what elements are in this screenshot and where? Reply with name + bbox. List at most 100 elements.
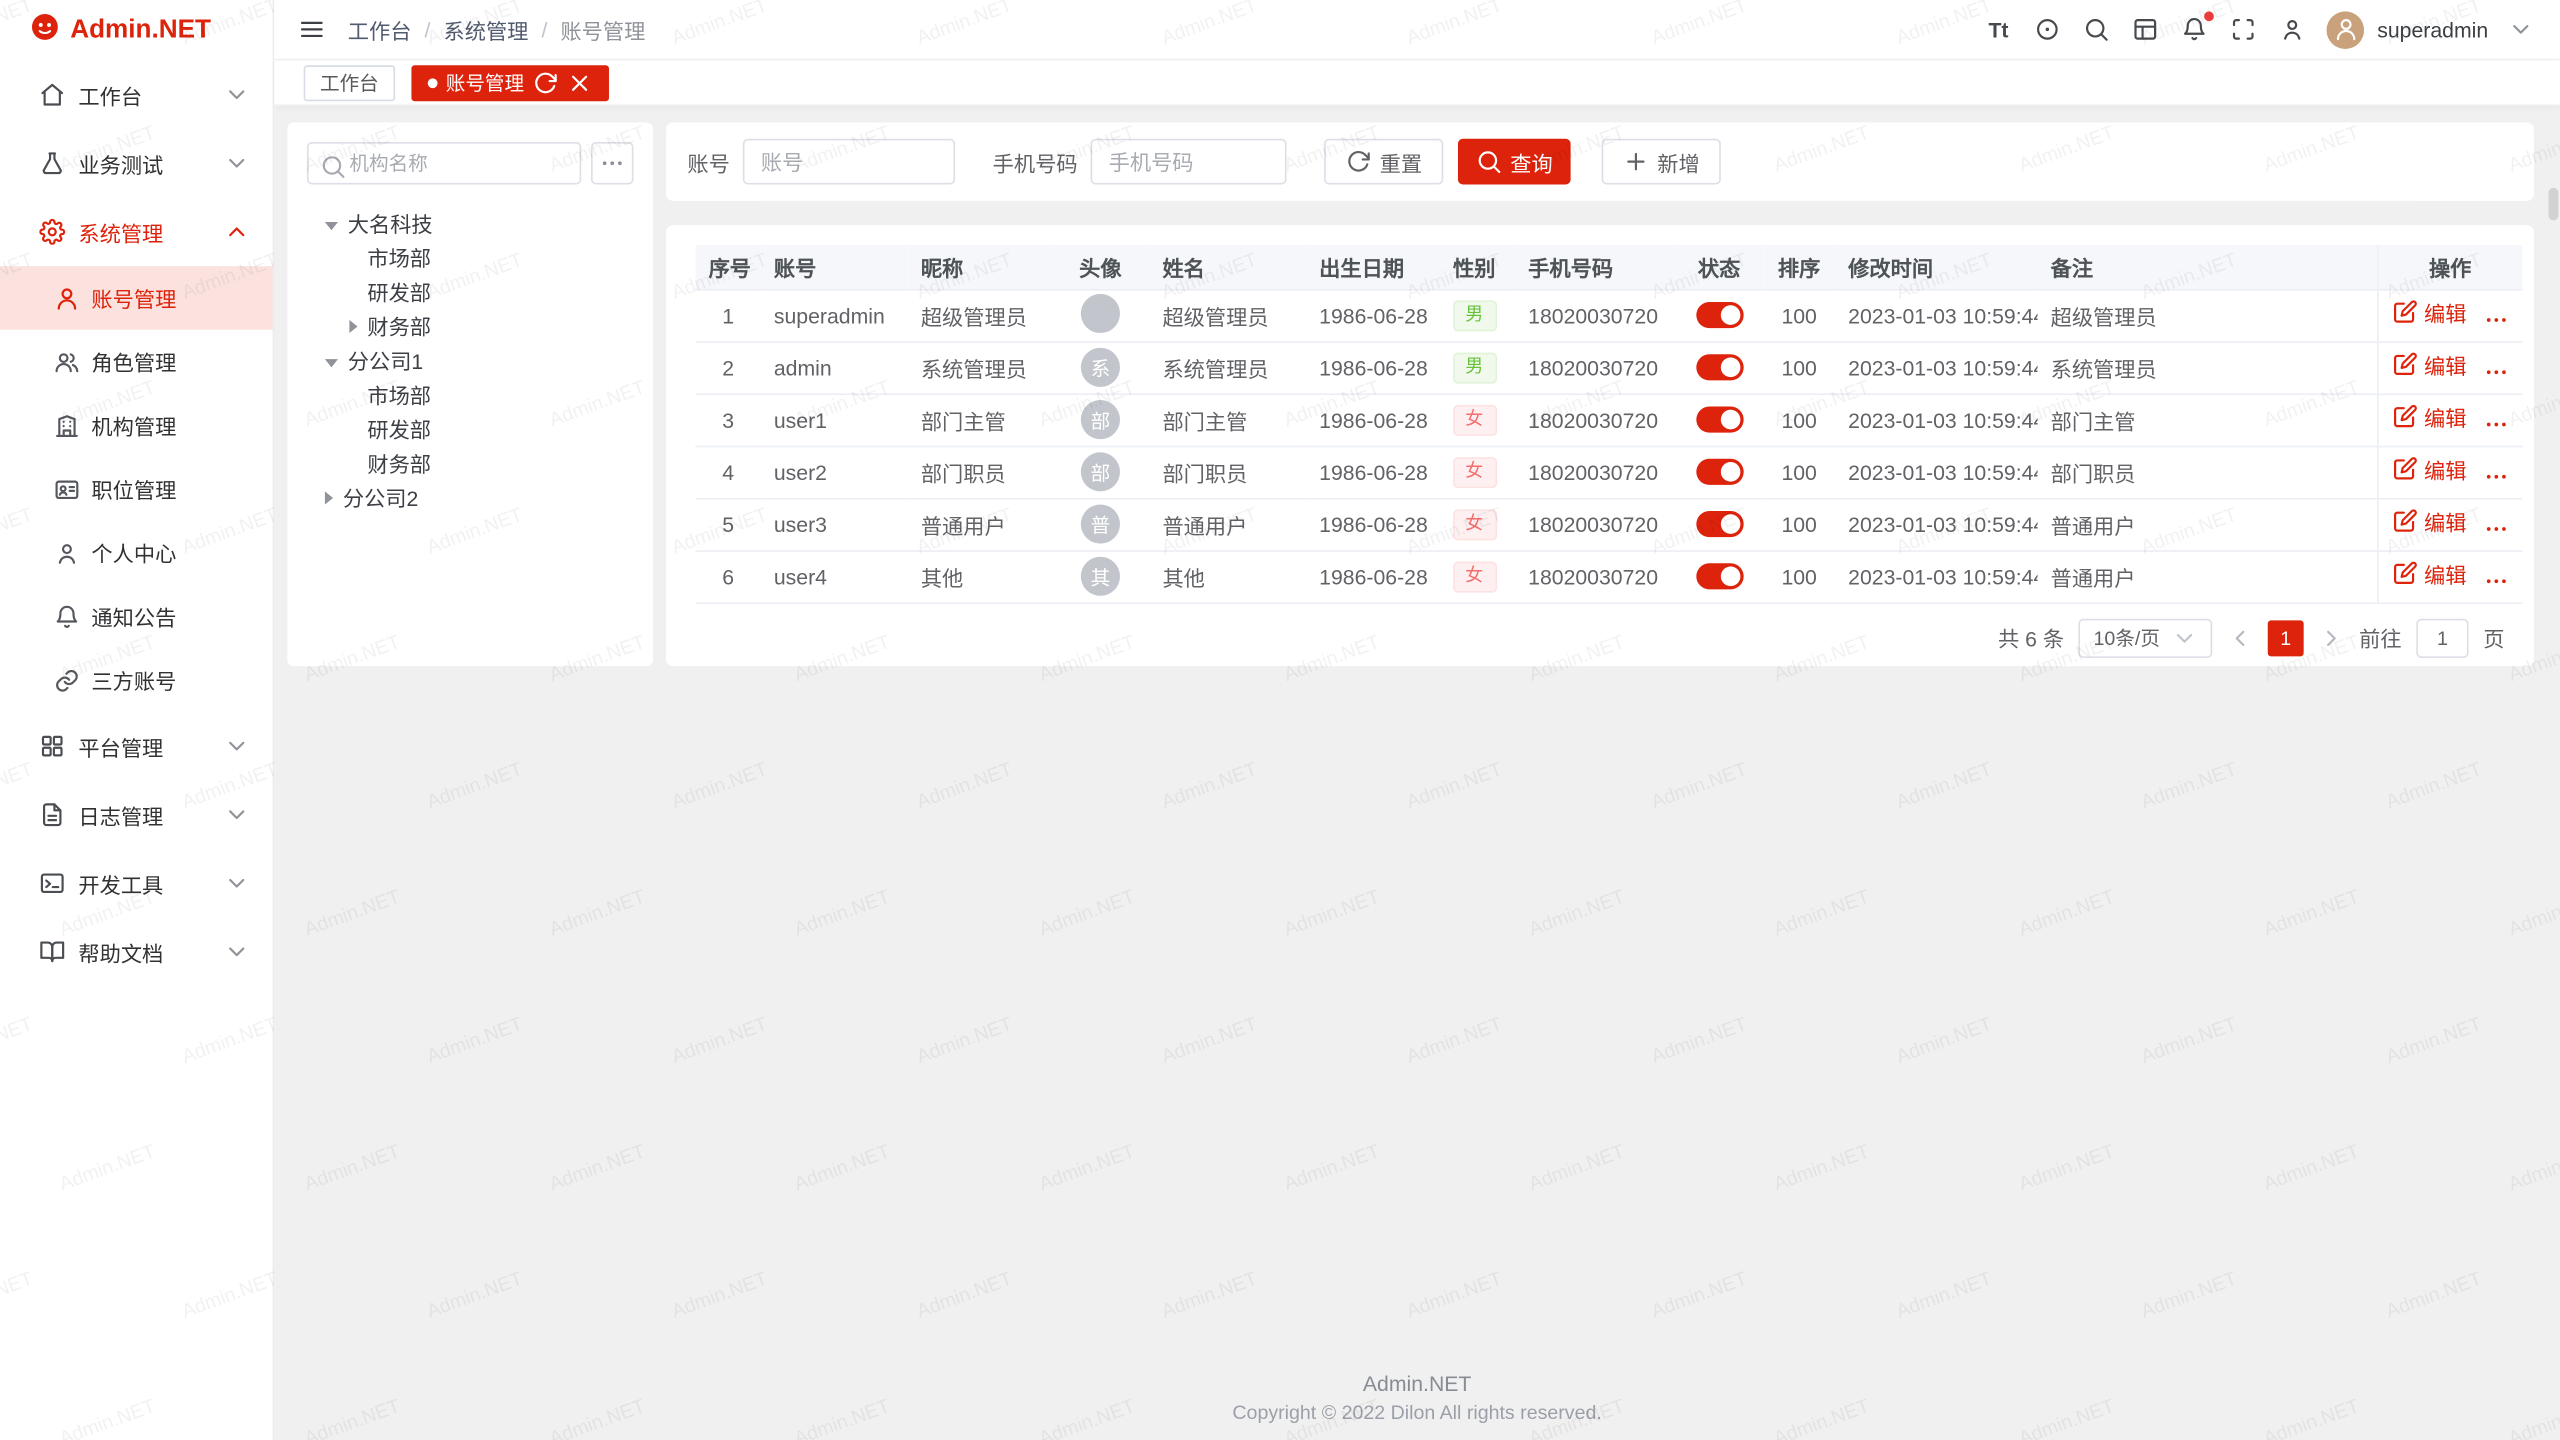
tree-node[interactable]: 分公司1 [307,343,634,377]
refresh-icon[interactable] [532,69,558,95]
tab-account[interactable]: 账号管理 [411,64,609,100]
reset-label: 重置 [1380,146,1422,177]
tree-node[interactable]: 市场部 [307,240,634,274]
cell-birthdate: 1986-06-28 [1306,341,1433,393]
search-button[interactable]: 查询 [1458,139,1571,185]
cell-order: 100 [1763,446,1835,498]
status-toggle[interactable] [1696,407,1743,433]
cell-order: 100 [1763,289,1835,341]
search-label: 查询 [1510,146,1552,177]
status-toggle[interactable] [1696,511,1743,537]
tree-node[interactable]: 财务部 [307,309,634,343]
user-avatar[interactable] [2327,11,2365,49]
tabs-bar: 工作台 账号管理 [274,60,2560,106]
column-header: 排序 [1763,245,1835,289]
edit-button[interactable]: 编辑 [2391,349,2466,380]
next-page-button[interactable] [2318,624,2344,650]
page-size-select[interactable]: 10条/页 [2079,618,2212,657]
breadcrumb-item[interactable]: 系统管理 [443,14,528,45]
sidebar-item-third-party[interactable]: 三方账号 [0,648,273,712]
sidebar-item-workbench[interactable]: 工作台 [0,60,273,129]
more-actions-icon[interactable] [2483,411,2509,437]
sidebar-item-platform[interactable]: 平台管理 [0,712,273,781]
tree-node[interactable]: 研发部 [307,411,634,445]
chevron-down-icon [2508,16,2534,42]
notification-icon[interactable] [2180,13,2209,46]
cell-actions: 编辑 [2377,393,2522,445]
sidebar-item-label: 工作台 [78,79,223,110]
theme-icon[interactable] [2131,13,2160,46]
page-number-button[interactable]: 1 [2268,620,2304,656]
fullscreen-icon[interactable] [2229,13,2258,46]
cell-birthdate: 1986-06-28 [1306,289,1433,341]
more-actions-icon[interactable] [2483,464,2509,490]
status-toggle[interactable] [1696,303,1743,329]
edit-button[interactable]: 编辑 [2391,506,2466,537]
tree-node[interactable]: 财务部 [307,446,634,480]
org-search-input[interactable] [307,142,581,184]
font-size-icon[interactable]: Tt [1984,13,2013,46]
account-input[interactable] [743,139,955,185]
caret-down-icon[interactable] [325,222,338,230]
sidebar-item-account[interactable]: 账号管理 [0,266,273,330]
tree-node[interactable]: 研发部 [307,274,634,308]
cell-actions: 编辑 [2377,550,2522,602]
logo[interactable]: Admin.NET [0,0,273,60]
add-button[interactable]: 新增 [1602,139,1721,185]
status-toggle[interactable] [1696,564,1743,590]
tree-node[interactable]: 分公司2 [307,480,634,514]
edit-icon [2391,300,2417,326]
sidebar-item-role[interactable]: 角色管理 [0,330,273,394]
cell-remark: 超级管理员 [2038,289,2378,341]
more-actions-icon[interactable] [2483,359,2509,385]
scrollbar-thumb[interactable] [2549,188,2559,221]
edit-button[interactable]: 编辑 [2391,297,2466,328]
tab-workbench[interactable]: 工作台 [304,64,395,100]
sidebar-item-help-docs[interactable]: 帮助文档 [0,918,273,987]
tree-node[interactable]: 市场部 [307,377,634,411]
cell-account: admin [761,341,908,393]
status-toggle[interactable] [1696,459,1743,485]
caret-right-icon[interactable] [325,491,333,504]
logo-icon [29,11,60,50]
user-center-icon[interactable] [2278,13,2307,46]
goto-page-input[interactable] [2416,618,2468,657]
sidebar-item-logs[interactable]: 日志管理 [0,780,273,849]
tree-node-label: 市场部 [367,379,431,410]
more-actions-icon[interactable] [2483,516,2509,542]
tree-node-label: 研发部 [367,276,431,307]
edit-button[interactable]: 编辑 [2391,454,2466,485]
prev-page-button[interactable] [2227,624,2253,650]
sidebar-item-system[interactable]: 系统管理 [0,198,273,267]
chevron-down-icon [224,82,250,108]
phone-label: 手机号码 [993,146,1078,177]
gender-badge: 男 [1452,352,1496,383]
username[interactable]: superadmin [2377,17,2488,41]
pagination: 共 6 条 10条/页 1 前往 页 [696,618,2505,657]
menu-toggle-icon[interactable] [299,16,325,42]
breadcrumb-item[interactable]: 工作台 [348,14,412,45]
main-content: 大名科技 市场部 研发部 财务部 分公司1 市场部 研发部 财务部 分公司2 账… [274,106,2560,1440]
tree-node[interactable]: 大名科技 [307,206,634,240]
column-header: 修改时间 [1835,245,2037,289]
more-options-button[interactable] [591,142,633,184]
cell-phone: 18020030720 [1515,446,1675,498]
more-actions-icon[interactable] [2483,307,2509,333]
status-toggle[interactable] [1696,355,1743,381]
language-icon[interactable] [2033,13,2062,46]
sidebar-item-org[interactable]: 机构管理 [0,393,273,457]
close-icon[interactable] [567,69,593,95]
edit-button[interactable]: 编辑 [2391,558,2466,589]
search-icon[interactable] [2082,13,2111,46]
sidebar-item-devtools[interactable]: 开发工具 [0,849,273,918]
sidebar-item-position[interactable]: 职位管理 [0,457,273,521]
edit-button[interactable]: 编辑 [2391,402,2466,433]
caret-down-icon[interactable] [325,359,338,367]
sidebar-item-profile[interactable]: 个人中心 [0,521,273,585]
sidebar-item-notice[interactable]: 通知公告 [0,584,273,648]
caret-right-icon[interactable] [349,319,357,332]
reset-button[interactable]: 重置 [1324,139,1443,185]
more-actions-icon[interactable] [2483,568,2509,594]
phone-input[interactable] [1091,139,1287,185]
sidebar-item-business-test[interactable]: 业务测试 [0,129,273,198]
